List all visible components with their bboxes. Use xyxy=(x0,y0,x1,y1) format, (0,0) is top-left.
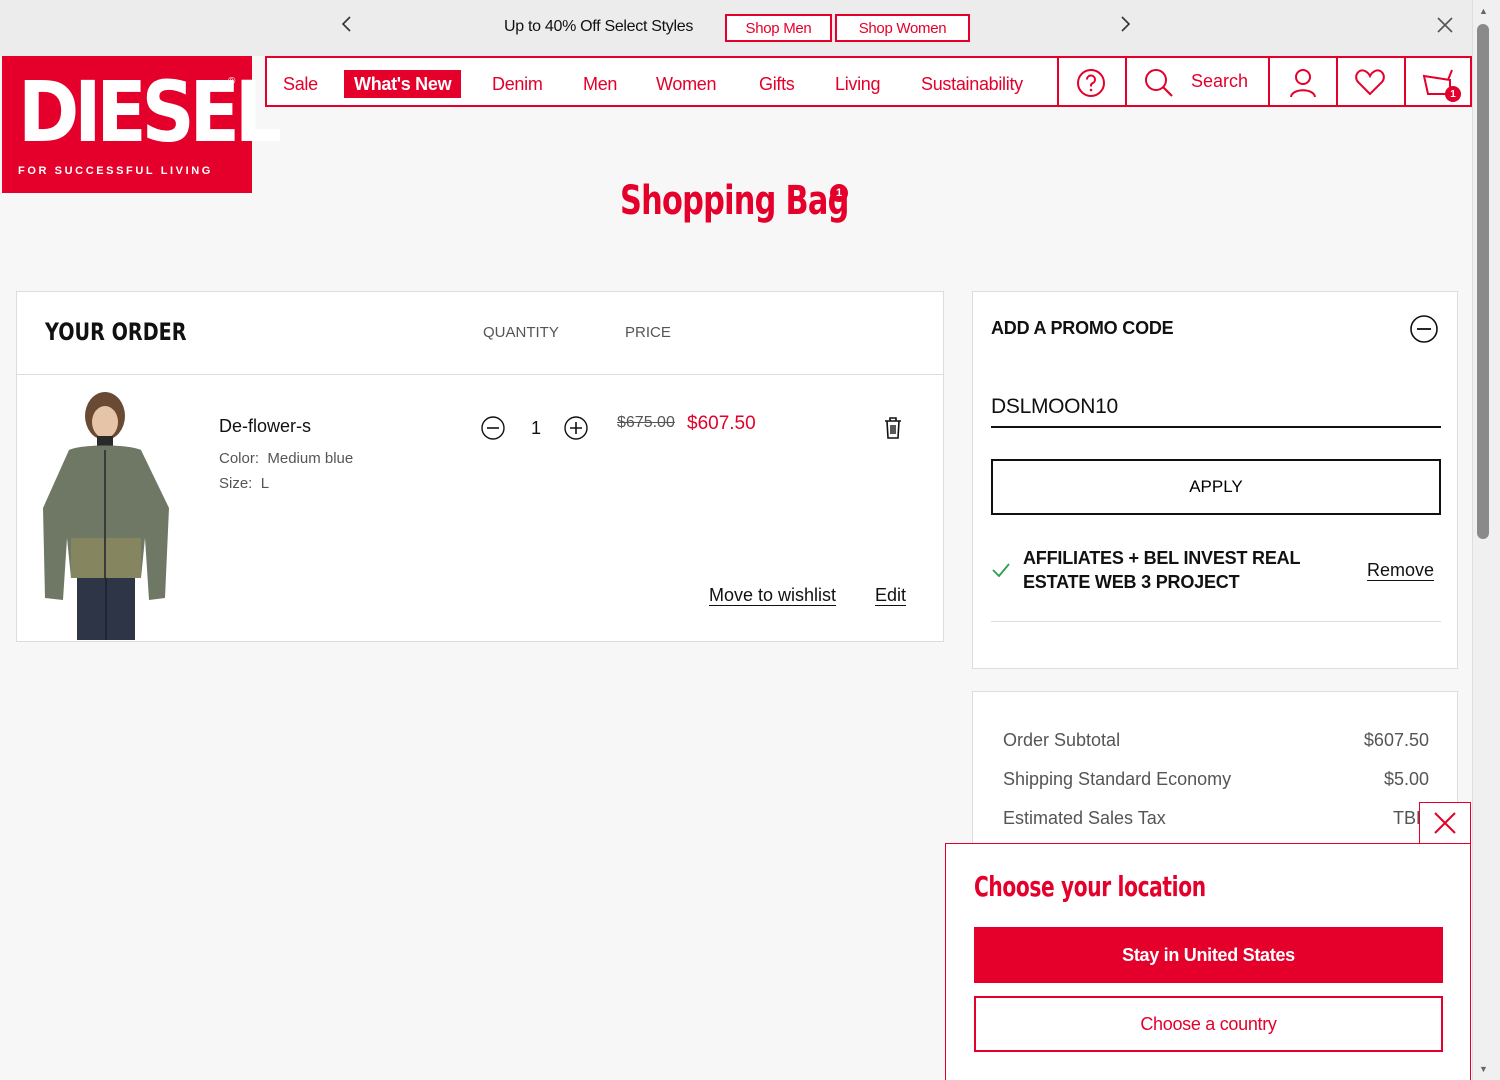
quantity-decrease-icon[interactable] xyxy=(481,416,505,440)
size-value: L xyxy=(260,475,270,492)
apply-button[interactable]: APPLY xyxy=(991,459,1441,515)
nav-divider xyxy=(1404,58,1406,105)
scroll-down-icon[interactable]: ▼ xyxy=(1479,1064,1488,1074)
promo-bar: Up to 40% Off Select Styles Shop Men Sho… xyxy=(0,0,1472,56)
product-name[interactable]: De-flower-s xyxy=(219,416,311,437)
remove-promo-link[interactable]: Remove xyxy=(1367,560,1434,581)
shipping-value: $5.00 xyxy=(1383,769,1429,789)
main-nav: Sale What's New Denim Men Women Gifts Li… xyxy=(265,56,1472,107)
subtotal-value: $607.50 xyxy=(1363,730,1429,750)
nav-divider xyxy=(1336,58,1338,105)
close-icon[interactable] xyxy=(1436,14,1454,40)
nav-men[interactable]: Men xyxy=(583,70,617,98)
product-size: Size: L xyxy=(219,475,269,492)
shop-men-button[interactable]: Shop Men xyxy=(725,14,832,42)
quantity-increase-icon[interactable] xyxy=(564,416,588,440)
collapse-minus-icon[interactable] xyxy=(1409,314,1439,349)
promo-code-card: ADD A PROMO CODE APPLY AFFILIATES + BEL … xyxy=(972,291,1458,669)
divider xyxy=(991,621,1441,622)
search-button[interactable]: Search xyxy=(1191,71,1248,92)
promo-code-input[interactable] xyxy=(991,388,1441,428)
nav-divider xyxy=(1268,58,1270,105)
shipping-label: Shipping Standard Economy xyxy=(1003,769,1232,789)
promo-code-title: ADD A PROMO CODE xyxy=(991,318,1174,338)
nav-women[interactable]: Women xyxy=(656,70,717,98)
sale-price: $607.50 xyxy=(687,413,756,434)
size-label: Size: xyxy=(219,475,253,492)
cart-count-badge: 1 xyxy=(1445,86,1461,102)
nav-sustainability[interactable]: Sustainability xyxy=(921,70,1023,98)
nav-sale[interactable]: Sale xyxy=(283,70,318,98)
promo-text: Up to 40% Off Select Styles xyxy=(504,18,694,35)
subtotal-label: Order Subtotal xyxy=(1003,730,1121,750)
price-column-header: PRICE xyxy=(625,324,671,341)
registered-mark: ® xyxy=(228,76,236,87)
nav-gifts[interactable]: Gifts xyxy=(759,70,795,98)
search-icon[interactable] xyxy=(1143,67,1175,104)
product-image[interactable] xyxy=(41,388,176,640)
color-value: Medium blue xyxy=(267,450,354,467)
chevron-left-icon[interactable] xyxy=(340,14,354,40)
nav-denim[interactable]: Denim xyxy=(492,70,543,98)
logo-wordmark: DIESEL xyxy=(18,63,282,161)
tax-label: Estimated Sales Tax xyxy=(1003,808,1166,828)
color-label: Color: xyxy=(219,450,260,467)
location-close-icon[interactable] xyxy=(1419,802,1471,844)
nav-living[interactable]: Living xyxy=(835,70,881,98)
trash-icon[interactable] xyxy=(883,416,903,445)
bag-count-badge: 1 xyxy=(830,184,848,202)
help-icon[interactable] xyxy=(1075,67,1107,104)
logo-tagline: FOR SUCCESSFUL LIVING xyxy=(18,165,213,177)
scroll-thumb[interactable] xyxy=(1477,24,1489,539)
product-color: Color: Medium blue xyxy=(219,450,353,467)
order-card: YOUR ORDER QUANTITY PRICE De-flower-s Co… xyxy=(16,291,944,642)
nav-divider xyxy=(1125,58,1127,105)
quantity-column-header: QUANTITY xyxy=(483,324,559,341)
vertical-scrollbar[interactable]: ▲ ▼ xyxy=(1472,0,1500,1080)
quantity-value: 1 xyxy=(531,418,542,438)
move-to-wishlist-link[interactable]: Move to wishlist xyxy=(709,585,836,606)
shop-women-button[interactable]: Shop Women xyxy=(835,14,970,42)
checkmark-icon xyxy=(991,562,1011,583)
nav-whats-new[interactable]: What's New xyxy=(344,70,462,98)
diesel-logo[interactable]: DIESEL ® FOR SUCCESSFUL LIVING xyxy=(2,56,282,193)
original-price: $675.00 xyxy=(617,414,675,431)
page-title: Shopping Bag xyxy=(620,178,849,224)
account-icon[interactable] xyxy=(1287,67,1319,104)
location-title: Choose your location xyxy=(974,870,1206,903)
stay-in-country-button[interactable]: Stay in United States xyxy=(974,927,1443,983)
nav-divider xyxy=(1057,58,1059,105)
applied-promo-name: AFFILIATES + BEL INVEST REAL ESTATE WEB … xyxy=(1023,548,1300,592)
edit-link[interactable]: Edit xyxy=(875,585,906,606)
order-header: YOUR ORDER QUANTITY PRICE xyxy=(17,292,943,375)
location-popup: Choose your location Stay in United Stat… xyxy=(945,843,1471,1080)
choose-country-button[interactable]: Choose a country xyxy=(974,996,1443,1052)
chevron-right-icon[interactable] xyxy=(1118,14,1132,40)
heart-icon[interactable] xyxy=(1354,67,1386,102)
scroll-up-icon[interactable]: ▲ xyxy=(1479,6,1488,16)
order-title: YOUR ORDER xyxy=(45,318,187,346)
